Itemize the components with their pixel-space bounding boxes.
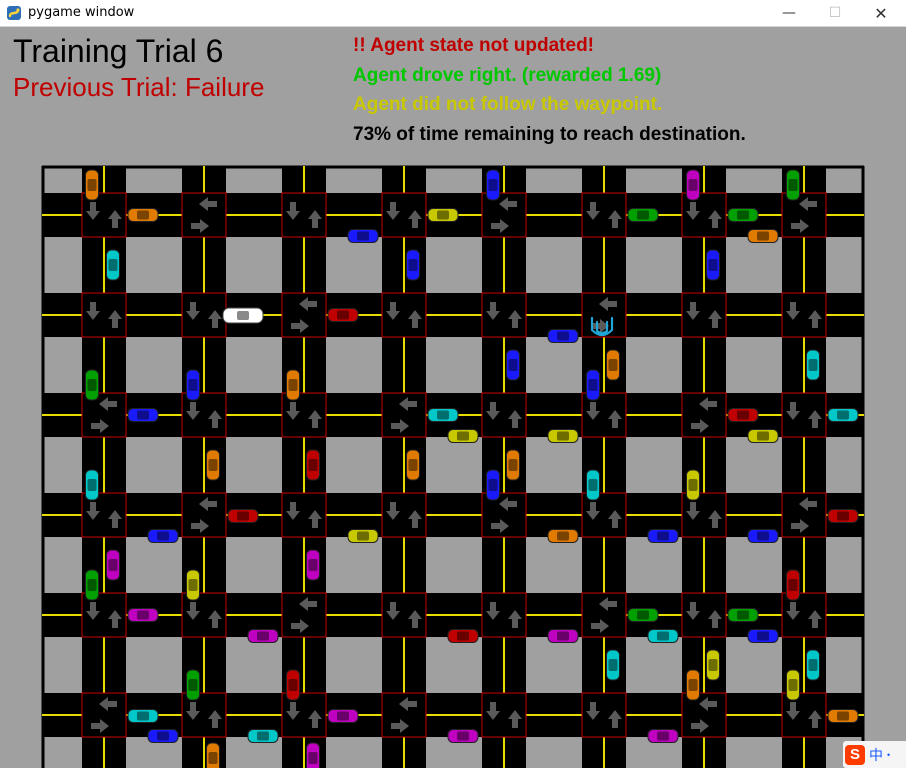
car-windshield (257, 631, 269, 641)
car-windshield (837, 410, 849, 420)
car-windshield (188, 679, 198, 691)
car-windshield (408, 259, 418, 271)
car-windshield (688, 179, 698, 191)
window-title: pygame window (28, 5, 135, 20)
car-windshield (557, 431, 569, 441)
window-titlebar: pygame window — ☐ ✕ (0, 0, 906, 27)
maximize-icon: ☐ (828, 5, 842, 21)
car-windshield (237, 511, 249, 521)
ime-dot: • (887, 749, 891, 760)
car-windshield (308, 752, 318, 764)
game-canvas: Training Trial 6 Previous Trial: Failure… (0, 27, 906, 768)
car-windshield (408, 459, 418, 471)
car-windshield (137, 410, 149, 420)
pygame-snake-icon (7, 6, 21, 20)
car-windshield (588, 379, 598, 391)
car-windshield (357, 531, 369, 541)
car-windshield (137, 610, 149, 620)
car-windshield (657, 531, 669, 541)
car-windshield (808, 359, 818, 371)
ime-indicator[interactable]: S 中 • (843, 741, 906, 768)
car-windshield (488, 479, 498, 491)
car-windshield (757, 431, 769, 441)
car-windshield (188, 379, 198, 391)
car-windshield (488, 179, 498, 191)
close-button[interactable]: ✕ (858, 0, 904, 26)
car-windshield (208, 459, 218, 471)
ime-mode-label: 中 (869, 747, 883, 764)
agent-car-window (237, 311, 249, 320)
car-windshield (257, 731, 269, 741)
car-windshield (87, 479, 97, 491)
car-windshield (637, 610, 649, 620)
car-windshield (808, 659, 818, 671)
car-windshield (737, 410, 749, 420)
car-windshield (688, 479, 698, 491)
car-windshield (87, 579, 97, 591)
car-windshield (708, 259, 718, 271)
car-windshield (337, 310, 349, 320)
car-windshield (508, 359, 518, 371)
car-windshield (737, 610, 749, 620)
car-windshield (137, 711, 149, 721)
car-windshield (308, 459, 318, 471)
car-windshield (608, 659, 618, 671)
car-windshield (657, 631, 669, 641)
road-grid (41, 165, 865, 768)
car-windshield (557, 531, 569, 541)
car-windshield (87, 379, 97, 391)
car-windshield (208, 752, 218, 764)
car-windshield (157, 531, 169, 541)
car-windshield (757, 531, 769, 541)
sogou-input-icon: S (845, 744, 865, 765)
minimize-icon: — (782, 5, 796, 21)
grid-area (42, 166, 864, 768)
car-windshield (437, 410, 449, 420)
car-windshield (188, 579, 198, 591)
car-windshield (737, 210, 749, 220)
close-icon: ✕ (874, 3, 888, 23)
car-windshield (457, 631, 469, 641)
car-windshield (157, 731, 169, 741)
car-windshield (87, 179, 97, 191)
car-windshield (557, 631, 569, 641)
car-windshield (457, 731, 469, 741)
car-windshield (837, 511, 849, 521)
car-windshield (788, 579, 798, 591)
car-windshield (137, 210, 149, 220)
maximize-button[interactable]: ☐ (812, 0, 858, 26)
car-windshield (837, 711, 849, 721)
car-windshield (337, 711, 349, 721)
car-windshield (457, 431, 469, 441)
car-windshield (757, 231, 769, 241)
car-windshield (557, 331, 569, 341)
car-windshield (508, 459, 518, 471)
car-windshield (788, 679, 798, 691)
car-windshield (788, 179, 798, 191)
car-windshield (108, 259, 118, 271)
car-windshield (288, 679, 298, 691)
car-windshield (757, 631, 769, 641)
car-windshield (357, 231, 369, 241)
car-windshield (657, 731, 669, 741)
car-windshield (308, 559, 318, 571)
car-windshield (588, 479, 598, 491)
car-windshield (637, 210, 649, 220)
minimize-button[interactable]: — (766, 0, 812, 26)
car-windshield (688, 679, 698, 691)
car-windshield (108, 559, 118, 571)
car-windshield (288, 379, 298, 391)
car-windshield (608, 359, 618, 371)
car-windshield (437, 210, 449, 220)
car-windshield (708, 659, 718, 671)
